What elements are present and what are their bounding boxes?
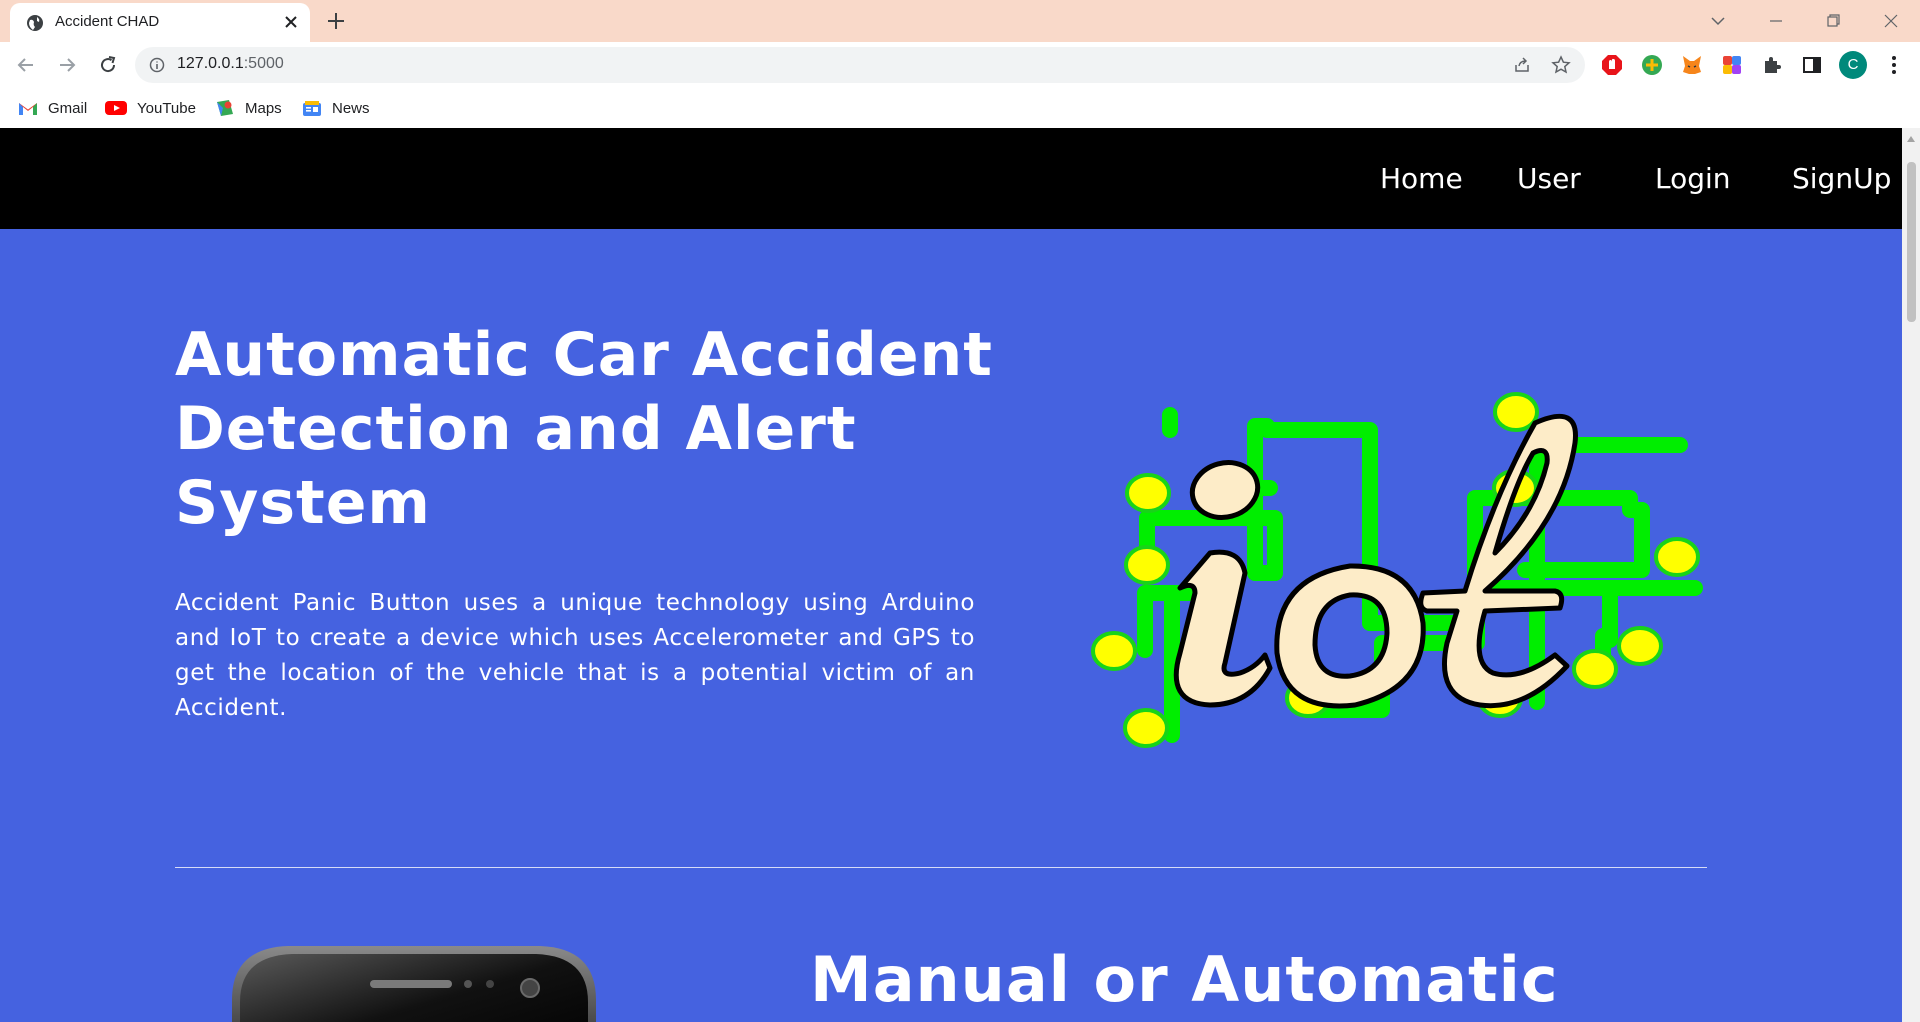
bookmark-label: Gmail [48,99,88,117]
gmail-icon [19,103,37,115]
maps-icon [217,100,233,116]
green-plus-extension-icon[interactable] [1640,53,1664,77]
hero-title: Automatic Car Accident Detection and Ale… [175,320,993,538]
section-title-manual-automatic: Manual or Automatic [810,943,1559,1016]
scroll-up-arrow-icon[interactable] [1907,136,1915,142]
bookmark-star-icon[interactable] [1551,55,1571,75]
youtube-icon [105,101,127,115]
hero-description: Accident Panic Button uses a unique tech… [175,590,975,721]
puzzle-icon[interactable] [1760,53,1784,77]
globe-icon [27,15,43,31]
sidepanel-icon[interactable] [1800,53,1824,77]
bookmark-label: Maps [245,99,282,117]
kebab-menu-icon[interactable] [1882,53,1906,77]
adblock-icon[interactable] [1600,53,1624,77]
browser-tab-strip: Accident CHAD [0,0,1920,42]
site-info-icon[interactable] [149,57,165,73]
section-divider [175,867,1707,868]
site-navbar: Home User Login SignUp [0,128,1902,229]
reload-icon[interactable] [96,53,120,77]
restore-icon[interactable] [1820,8,1846,34]
news-icon [303,101,321,116]
profile-avatar[interactable]: C [1839,51,1867,79]
close-window-icon[interactable] [1878,8,1904,34]
nav-home-link[interactable]: Home [1380,162,1463,195]
bookmark-news[interactable]: News [302,96,370,120]
share-icon[interactable] [1512,55,1532,75]
url-port: :5000 [243,55,284,72]
url-text[interactable]: 127.0.0.1:5000 [177,55,284,73]
forward-icon[interactable] [55,53,79,77]
metamask-icon[interactable] [1680,53,1704,77]
nav-login-link[interactable]: Login [1655,162,1731,195]
bookmark-label: News [332,99,370,117]
tab-title: Accident CHAD [55,13,160,30]
back-icon[interactable] [14,53,38,77]
close-tab-icon[interactable] [282,13,300,31]
bookmark-youtube[interactable]: YouTube [105,96,196,120]
page-viewport: Home User Login SignUp Automatic Car Acc… [0,128,1920,1022]
new-tab-icon[interactable] [325,10,347,32]
bookmarks-bar: Gmail YouTube Maps News [0,88,1920,128]
url-host: 127.0.0.1 [177,55,244,72]
scrollbar-thumb[interactable] [1907,162,1916,322]
minimize-icon[interactable] [1763,8,1789,34]
bookmark-maps[interactable]: Maps [215,96,282,120]
iot-logo-illustration [1091,392,1703,748]
address-bar[interactable]: 127.0.0.1:5000 [135,47,1585,83]
nav-user-link[interactable]: User [1517,162,1581,195]
bookmark-gmail[interactable]: Gmail [18,96,87,120]
nav-signup-link[interactable]: SignUp [1792,162,1891,195]
bookmark-label: YouTube [137,99,196,117]
browser-tab[interactable]: Accident CHAD [10,3,310,42]
tab-search-icon[interactable] [1705,8,1731,34]
page-scrollbar[interactable] [1902,128,1920,1022]
colorful-extension-icon[interactable] [1720,53,1744,77]
browser-toolbar: 127.0.0.1:5000 C [0,42,1920,88]
phone-illustration [232,946,596,1022]
